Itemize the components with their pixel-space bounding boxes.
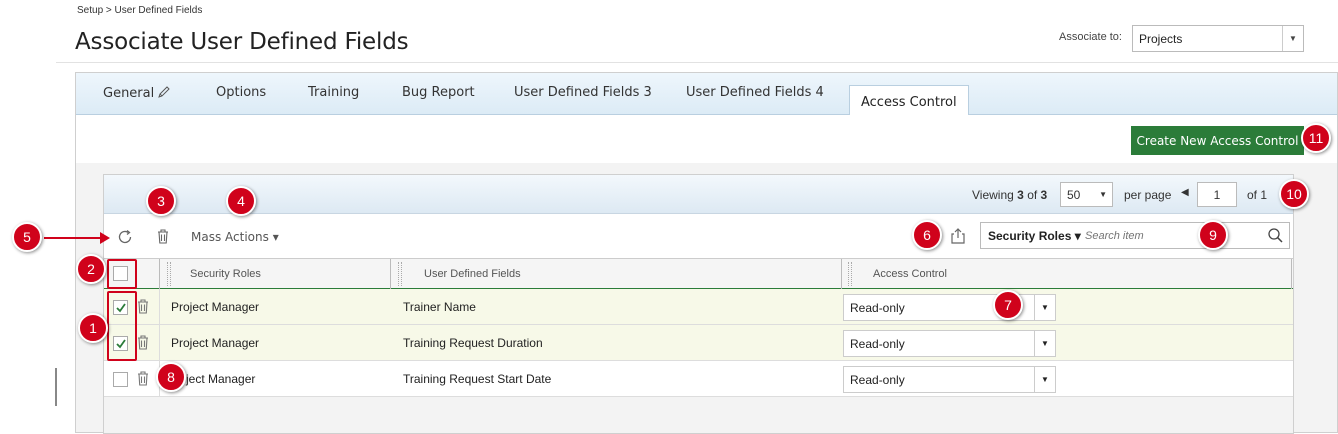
pencil-icon[interactable] [157, 85, 171, 99]
per-page-label: per page [1124, 188, 1172, 202]
per-page-select[interactable]: 50 ▼ [1060, 182, 1113, 207]
main-panel: General Options Training Bug Report User… [75, 72, 1338, 434]
tab-options[interactable]: Options [216, 85, 266, 100]
table-row[interactable]: ject Manager Training Request Start Date… [104, 361, 1293, 397]
cell-separator [159, 289, 160, 324]
tab-label: General [103, 86, 155, 101]
callout-badge: 10 [1279, 179, 1309, 209]
callout-badge: 7 [993, 290, 1023, 320]
table-row[interactable]: Project Manager Trainer Name Read-only ▼ [104, 289, 1293, 325]
mass-actions-label: Mass Actions [191, 230, 269, 244]
column-user-defined-fields[interactable]: User Defined Fields [424, 268, 521, 280]
column-separator [1291, 259, 1292, 289]
cell-user-defined-field: Training Request Duration [403, 336, 543, 350]
access-control-value: Read-only [850, 373, 905, 387]
tab-user-defined-fields-3[interactable]: User Defined Fields 3 [514, 85, 652, 100]
callout-badge: 4 [226, 186, 256, 216]
callout-badge: 9 [1198, 220, 1228, 250]
search-field-label: Security Roles [988, 229, 1072, 243]
page-title: Associate User Defined Fields [75, 29, 409, 55]
access-control-value: Read-only [850, 301, 905, 315]
grid-toolbar: Mass Actions ▾ Security Roles ▾ [104, 214, 1293, 258]
cell-user-defined-field: Training Request Start Date [403, 372, 552, 386]
cell-security-role: Project Manager [171, 300, 260, 314]
column-separator [159, 259, 160, 289]
callout-badge: 1 [78, 313, 108, 343]
header-divider [56, 62, 1338, 63]
trash-icon[interactable] [136, 334, 150, 356]
associate-label: Associate to: [1059, 31, 1122, 43]
highlight-select-all [107, 259, 137, 289]
viewing-prefix: Viewing [972, 188, 1014, 202]
callout-badge: 2 [76, 254, 106, 284]
left-gutter [0, 0, 56, 433]
callout-badge: 5 [12, 222, 42, 252]
chevron-down-icon[interactable]: ▼ [1034, 367, 1055, 392]
callout-arrow [44, 237, 102, 239]
chevron-down-icon[interactable]: ▼ [1034, 331, 1055, 356]
breadcrumb[interactable]: Setup > User Defined Fields [77, 5, 202, 16]
access-control-select[interactable]: Read-only ▼ [843, 330, 1056, 357]
tab-bug-report[interactable]: Bug Report [402, 85, 475, 100]
cell-separator [159, 325, 160, 360]
callout-badge: 3 [146, 186, 176, 216]
trash-icon[interactable] [136, 370, 150, 392]
tab-training[interactable]: Training [308, 85, 359, 100]
search-input[interactable] [1085, 227, 1255, 245]
column-separator [841, 259, 842, 289]
chevron-down-icon[interactable]: ▼ [1034, 295, 1055, 320]
table-row[interactable]: Project Manager Training Request Duratio… [104, 325, 1293, 361]
tab-bar: General Options Training Bug Report User… [76, 73, 1337, 116]
cell-security-role: Project Manager [171, 336, 260, 350]
cell-user-defined-field: Trainer Name [403, 300, 476, 314]
cell-security-role: ject Manager [186, 372, 256, 386]
viewing-total: 3 [1040, 188, 1048, 202]
tab-access-control[interactable]: Access Control [849, 85, 969, 116]
associate-value: Projects [1139, 32, 1183, 46]
callout-badge: 11 [1301, 123, 1331, 153]
arrow-head-icon [100, 232, 110, 244]
grid-pager-bar: Viewing 3 of 3 50 ▼ per page ◀ 1 of 1 [104, 175, 1293, 214]
search-field-select[interactable]: Security Roles ▾ [988, 229, 1081, 243]
chevron-down-icon[interactable]: ▼ [1282, 26, 1303, 51]
column-resize-handle[interactable] [167, 262, 171, 286]
tab-general[interactable]: General [103, 85, 171, 101]
search-box: Security Roles ▾ [980, 222, 1290, 249]
column-header-row: Security Roles User Defined Fields Acces… [104, 258, 1293, 289]
column-separator [390, 259, 391, 289]
column-access-control[interactable]: Access Control [873, 268, 947, 280]
create-access-control-button[interactable]: Create New Access Control [1131, 126, 1304, 155]
page-total: of 1 [1247, 188, 1268, 202]
highlight-row-checkboxes [107, 291, 137, 361]
caret-down-icon: ▾ [1074, 229, 1081, 243]
associate-select[interactable]: Projects ▼ [1132, 25, 1304, 52]
page-number-input[interactable]: 1 [1197, 182, 1237, 207]
mass-actions-dropdown[interactable]: Mass Actions ▾ [191, 230, 279, 244]
trash-icon[interactable] [136, 298, 150, 320]
tab-user-defined-fields-4[interactable]: User Defined Fields 4 [686, 85, 824, 100]
column-security-roles[interactable]: Security Roles [190, 268, 261, 280]
column-resize-handle[interactable] [398, 262, 402, 286]
caret-down-icon: ▾ [272, 230, 279, 244]
viewing-of: of [1027, 188, 1038, 202]
access-control-grid: Viewing 3 of 3 50 ▼ per page ◀ 1 of 1 Ma… [103, 174, 1294, 434]
previous-page-icon[interactable]: ◀ [1181, 187, 1189, 198]
column-resize-handle[interactable] [848, 262, 852, 286]
row-checkbox[interactable] [113, 372, 128, 387]
search-icon[interactable] [1267, 227, 1284, 249]
per-page-value: 50 [1067, 188, 1081, 202]
access-control-select[interactable]: Read-only ▼ [843, 294, 1056, 321]
viewing-number: 3 [1017, 188, 1024, 202]
access-control-select[interactable]: Read-only ▼ [843, 366, 1056, 393]
access-control-value: Read-only [850, 337, 905, 351]
callout-badge: 6 [912, 220, 942, 250]
callout-badge: 8 [156, 362, 186, 392]
gutter-divider [55, 368, 57, 406]
export-icon[interactable] [949, 227, 967, 250]
chevron-down-icon: ▼ [1099, 190, 1107, 199]
viewing-count: Viewing 3 of 3 [972, 188, 1047, 202]
refresh-icon[interactable] [116, 228, 134, 251]
trash-icon[interactable] [155, 228, 171, 250]
